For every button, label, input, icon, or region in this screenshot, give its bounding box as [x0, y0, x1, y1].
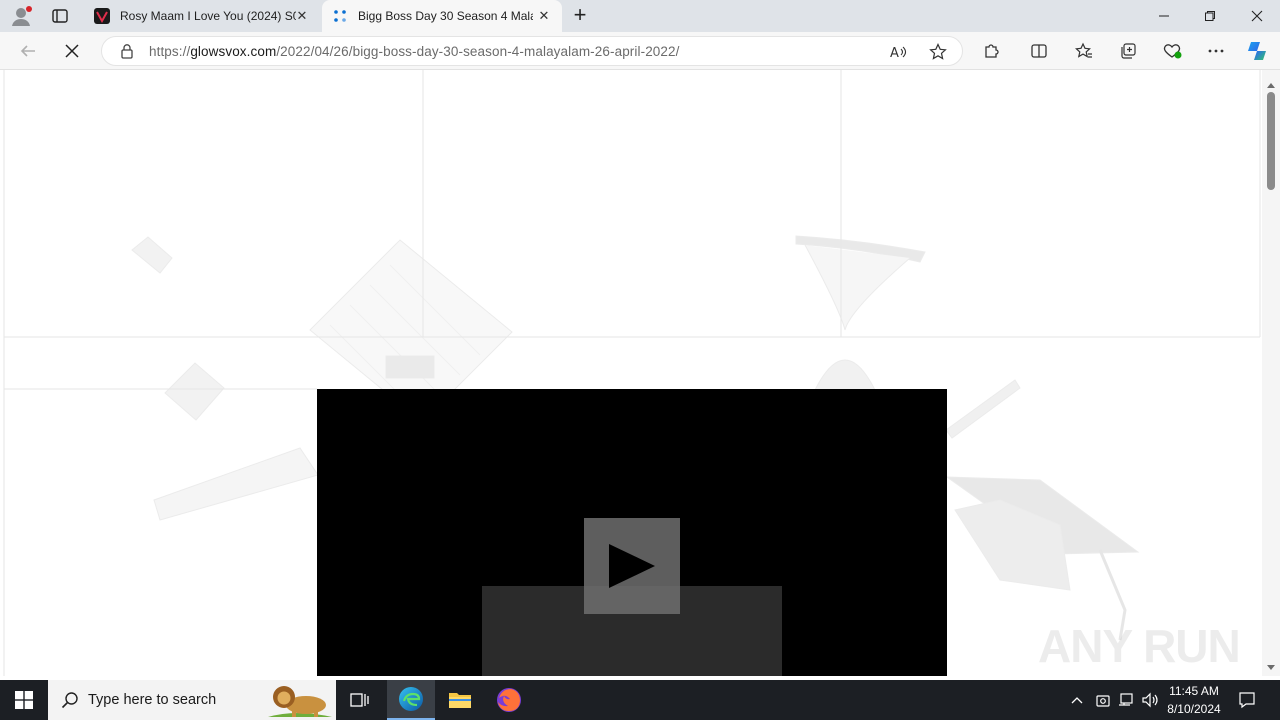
scroll-up-arrow-icon[interactable]	[1266, 76, 1276, 88]
scroll-thumb[interactable]	[1267, 92, 1275, 190]
tab-strip: Rosy Maam I Love You (2024) S01 ✕ Bigg B…	[0, 0, 1280, 32]
taskbar-file-explorer-button[interactable]	[436, 680, 484, 720]
browser-essentials-icon[interactable]	[1159, 38, 1185, 64]
url-path: /2022/04/26/bigg-boss-day-30-season-4-ma…	[276, 44, 680, 59]
clock-date[interactable]: 8/10/2024	[1159, 702, 1229, 716]
clock-time[interactable]: 11:45 AM	[1159, 684, 1229, 698]
url-scheme: https://	[149, 44, 191, 59]
stop-loading-icon[interactable]	[59, 38, 85, 64]
web-page: ANY RUN	[0, 70, 1262, 676]
edge-icon	[399, 687, 423, 711]
task-view-icon	[350, 693, 369, 707]
favorite-star-icon[interactable]	[929, 43, 947, 61]
show-hidden-icons-chevron-icon[interactable]	[1070, 693, 1084, 707]
site-favicon-icon	[94, 8, 110, 24]
scroll-down-arrow-icon[interactable]	[1266, 659, 1276, 670]
lion-search-highlight-icon	[268, 686, 332, 717]
play-button[interactable]	[584, 518, 680, 614]
tab-actions-icon[interactable]	[50, 7, 70, 25]
close-tab-icon[interactable]: ✕	[294, 8, 310, 24]
tab-bigg-boss[interactable]: Bigg Boss Day 30 Season 4 Malay ✕	[322, 0, 562, 32]
new-tab-button[interactable]: +	[568, 4, 592, 27]
url-text[interactable]: https://glowsvox.com/2022/04/26/bigg-bos…	[149, 44, 679, 59]
tab-title: Bigg Boss Day 30 Season 4 Malay	[358, 9, 533, 23]
volume-icon[interactable]	[1142, 692, 1160, 708]
split-screen-icon[interactable]	[1026, 38, 1052, 64]
favorites-icon[interactable]	[1071, 38, 1097, 64]
restore-button[interactable]	[1187, 0, 1233, 32]
profile-icon[interactable]	[10, 5, 32, 27]
search-placeholder: Type here to search	[88, 692, 217, 708]
windows-logo-icon	[15, 691, 33, 709]
play-icon	[609, 544, 655, 588]
copilot-icon[interactable]	[1244, 38, 1270, 64]
search-icon	[61, 692, 78, 709]
video-player[interactable]	[317, 389, 947, 676]
taskbar-firefox-button[interactable]	[485, 680, 533, 720]
taskbar-search-box[interactable]: Type here to search	[48, 680, 336, 720]
folder-icon	[449, 693, 471, 708]
notifications-icon[interactable]	[1238, 691, 1256, 709]
extensions-icon[interactable]	[978, 38, 1004, 64]
back-arrow-icon[interactable]	[15, 38, 41, 64]
collections-icon[interactable]	[1115, 38, 1141, 64]
settings-more-icon[interactable]	[1203, 38, 1229, 64]
network-icon[interactable]	[1118, 692, 1134, 708]
tab-rosy-maam[interactable]: Rosy Maam I Love You (2024) S01 ✕	[84, 0, 320, 32]
anyrun-watermark: ANY RUN	[1038, 620, 1240, 672]
read-aloud-icon[interactable]: A	[889, 43, 907, 61]
lock-icon[interactable]	[119, 43, 135, 59]
browser-toolbar: https://glowsvox.com/2022/04/26/bigg-bos…	[0, 32, 1280, 70]
close-window-button[interactable]	[1234, 0, 1280, 32]
address-bar[interactable]: https://glowsvox.com/2022/04/26/bigg-bos…	[101, 36, 963, 66]
close-tab-icon[interactable]: ✕	[536, 8, 552, 24]
url-host: glowsvox.com	[190, 44, 277, 59]
task-view-button[interactable]	[340, 680, 380, 720]
start-button[interactable]	[0, 680, 48, 720]
meet-now-icon[interactable]	[1095, 692, 1111, 708]
svg-text:A: A	[890, 46, 899, 61]
loading-spinner-icon	[332, 8, 348, 24]
windows-taskbar: Type here to search 11:45 AM 8/10/2024	[0, 680, 1280, 720]
taskbar-edge-button[interactable]	[387, 680, 435, 720]
tab-title: Rosy Maam I Love You (2024) S01	[120, 9, 296, 23]
firefox-icon	[497, 688, 521, 712]
minimize-button[interactable]	[1141, 0, 1187, 32]
page-scrollbar[interactable]	[1262, 70, 1280, 676]
